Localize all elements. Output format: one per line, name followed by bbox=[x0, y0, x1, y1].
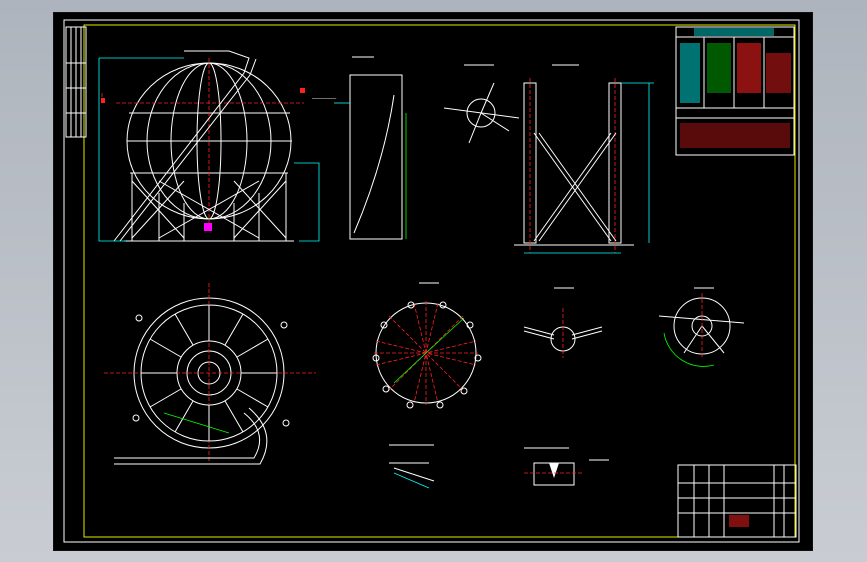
weld-detail-left bbox=[389, 444, 435, 489]
cad-drawing-viewport[interactable]: ──────── bbox=[53, 12, 813, 551]
revision-strip bbox=[65, 26, 87, 138]
support-leg-elevation bbox=[514, 64, 654, 254]
sphere-tank-elevation bbox=[98, 50, 320, 242]
weld-detail-right bbox=[524, 447, 609, 486]
sphere-tank-plan bbox=[104, 283, 316, 465]
svg-text:────────: ──────── bbox=[311, 96, 337, 102]
section-circle-top bbox=[443, 64, 520, 144]
section-detail-1: ──────── bbox=[311, 56, 407, 240]
drawing-canvas: ──────── bbox=[63, 19, 800, 543]
section-hub-arc bbox=[658, 287, 745, 367]
title-block-top bbox=[675, 26, 795, 156]
title-block-bottom bbox=[677, 464, 797, 538]
section-circle-plan bbox=[372, 282, 482, 409]
section-hub bbox=[523, 287, 603, 358]
